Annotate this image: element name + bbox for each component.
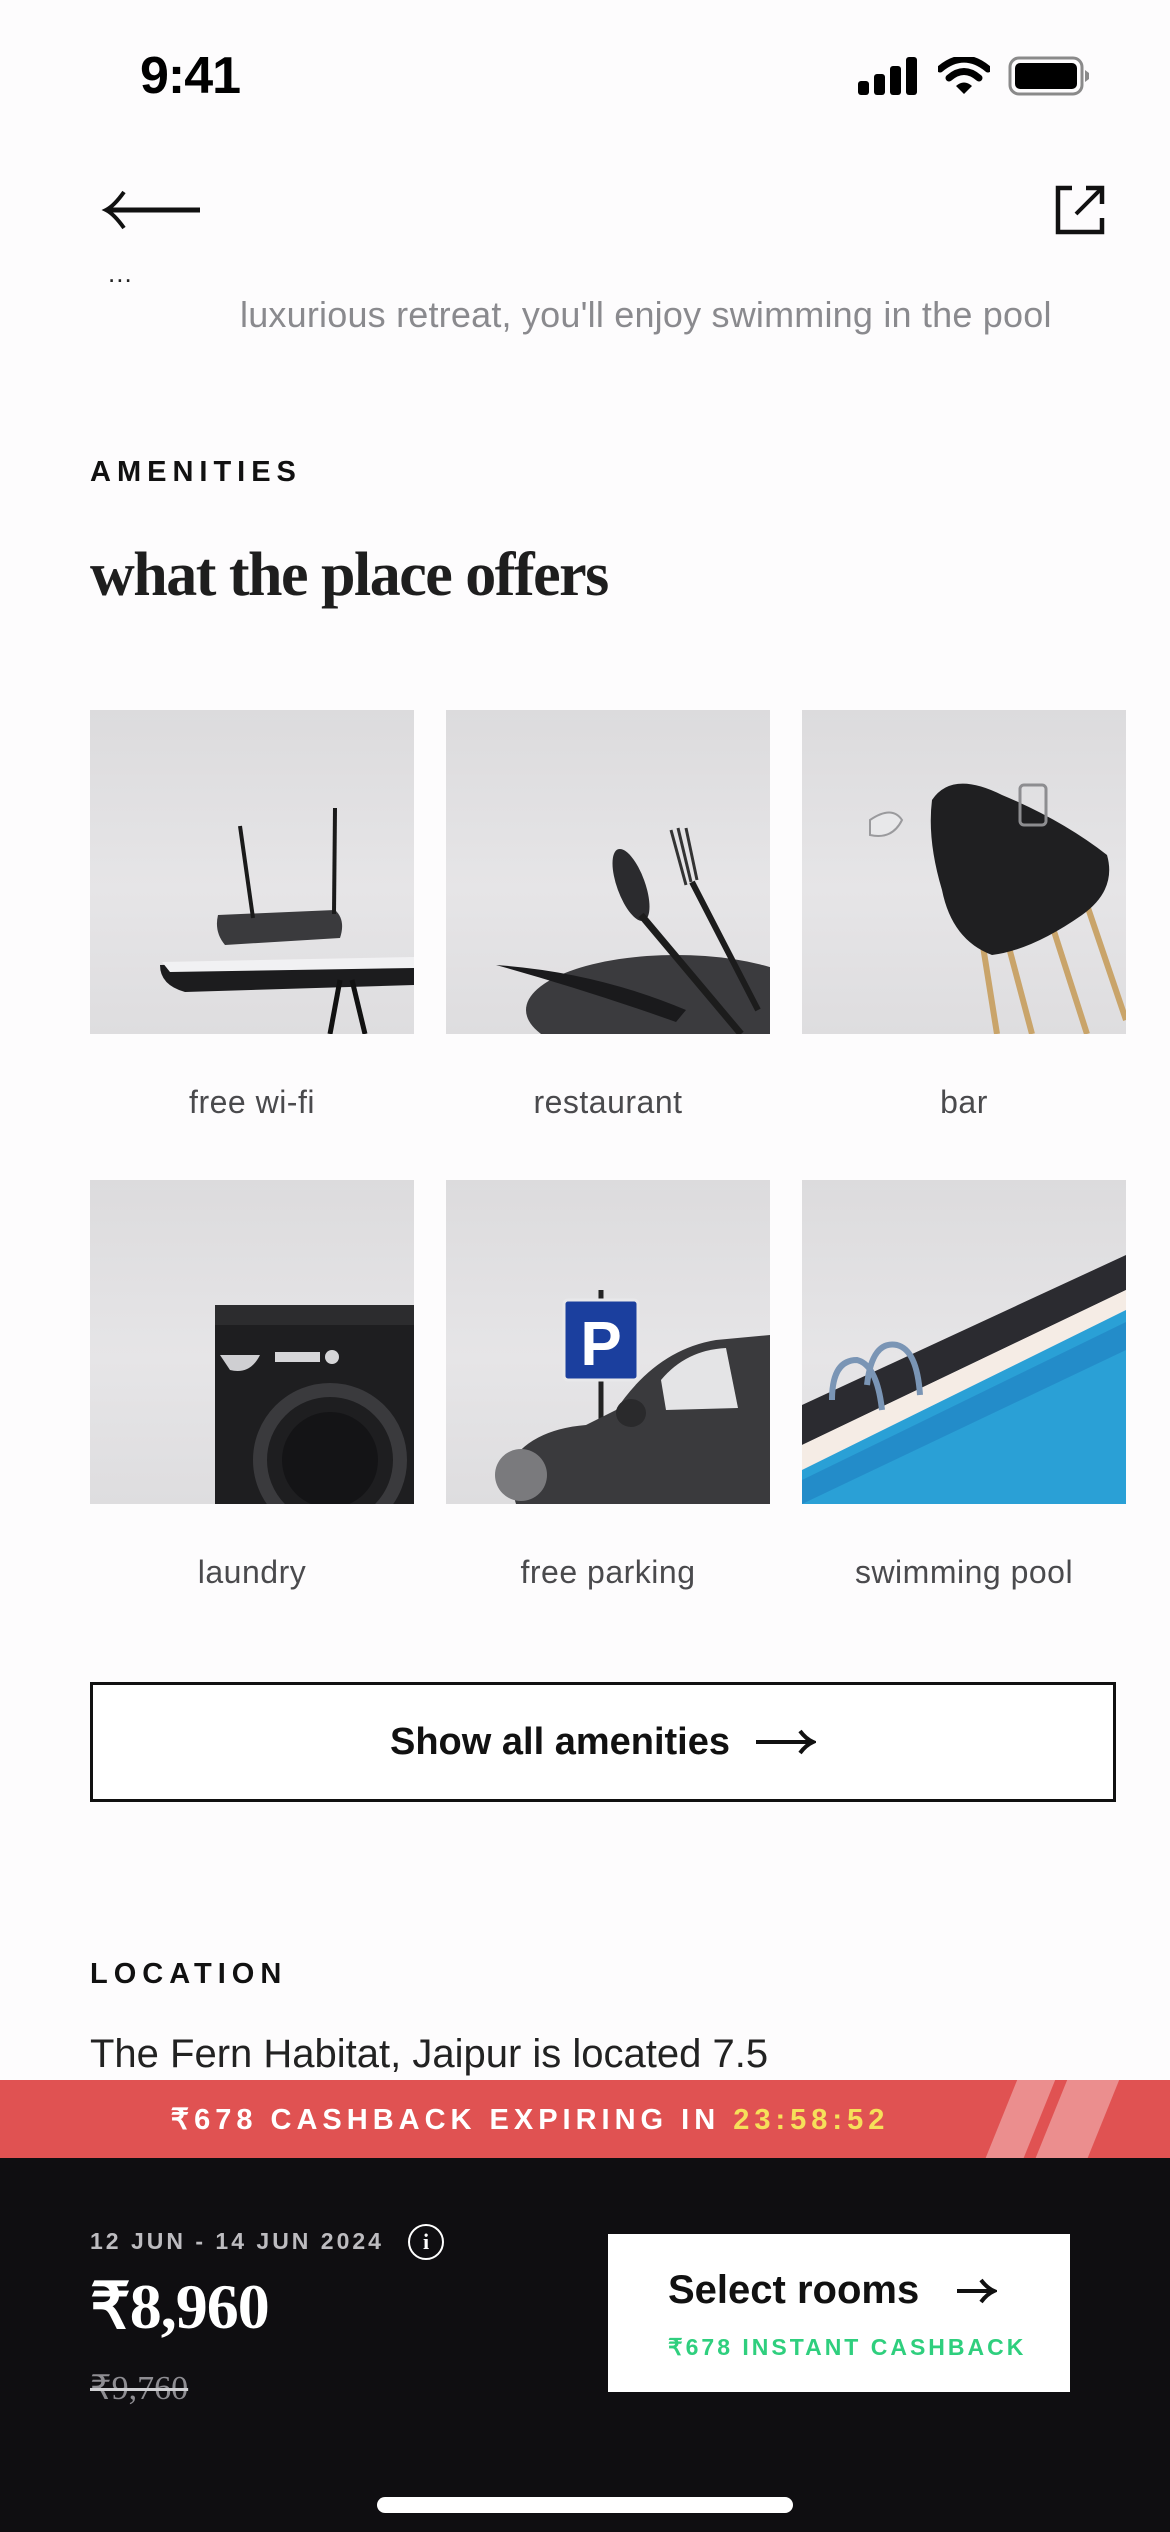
cashback-text: ₹678 CASHBACK EXPIRING IN 23:58:52 [171, 2102, 890, 2137]
washing-machine-image [90, 1180, 414, 1504]
cutlery-image [446, 710, 770, 1034]
arrow-left-icon [101, 190, 200, 230]
amenity-tile[interactable]: bar [802, 710, 1126, 1180]
instant-cashback-label: ₹678 INSTANT CASHBACK [668, 2334, 1027, 2360]
amenity-tile[interactable]: P free parking [446, 1180, 770, 1650]
arrow-right-icon [957, 2278, 998, 2303]
booking-bar: 12 JUN - 14 JUN 2024 i ₹8,960 ₹9,760 Sel… [0, 2158, 1170, 2532]
stay-dates: 12 JUN - 14 JUN 2024 [90, 2228, 384, 2254]
cellular-signal-icon [858, 57, 917, 95]
pool-image [802, 1180, 1126, 1504]
cashback-message: ₹678 CASHBACK EXPIRING IN [170, 2103, 721, 2136]
hotel-description: luxurious retreat, you'll enjoy swimming… [240, 294, 1052, 335]
amenity-label: swimming pool [854, 1554, 1074, 1590]
home-indicator[interactable] [377, 2497, 793, 2513]
nav-bar [0, 150, 1170, 270]
share-button[interactable] [1050, 180, 1110, 240]
amenity-label: restaurant [533, 1084, 683, 1120]
current-price: ₹8,960 [90, 2271, 270, 2342]
partial-text: ... [108, 270, 133, 288]
location-description: The Fern Habitat, Jaipur is located 7.5 [90, 2032, 769, 2076]
show-all-amenities-button[interactable]: Show all amenities [90, 1682, 1116, 1802]
show-all-amenities-label: Show all amenities [390, 1720, 730, 1763]
parking-image: P [446, 1180, 770, 1504]
location-eyebrow: LOCATION [90, 1958, 288, 1990]
info-icon[interactable]: i [408, 2224, 444, 2260]
external-link-icon [1055, 185, 1105, 235]
battery-icon [1008, 56, 1089, 96]
status-icons [858, 56, 1090, 96]
amenities-eyebrow: AMENITIES [90, 456, 302, 488]
original-price: ₹9,760 [90, 2370, 189, 2407]
amenity-label: laundry [197, 1554, 307, 1590]
amenities-grid: free wi-fi restaurant bar laundry P free… [90, 710, 1126, 1650]
amenity-tile[interactable]: swimming pool [802, 1180, 1126, 1650]
amenity-label: free parking [520, 1554, 696, 1590]
amenity-label: free wi-fi [189, 1084, 315, 1120]
status-time: 9:41 [140, 47, 241, 105]
select-rooms-row: Select rooms [668, 2268, 998, 2313]
cashback-banner: ₹678 CASHBACK EXPIRING IN 23:58:52 [0, 2080, 1170, 2158]
status-bar: 9:41 [0, 0, 1170, 150]
arrow-right-icon [756, 1729, 816, 1755]
back-button[interactable] [100, 180, 210, 240]
wifi-icon [938, 57, 990, 94]
amenities-title: what the place offers [90, 541, 609, 609]
scroll-content[interactable]: ... luxurious retreat, you'll enjoy swim… [0, 270, 1170, 2080]
router-image [90, 710, 414, 1034]
amenity-tile[interactable]: restaurant [446, 710, 770, 1180]
cashback-timer: 23:58:52 [733, 2103, 890, 2136]
select-rooms-button[interactable]: Select rooms ₹678 INSTANT CASHBACK [608, 2234, 1070, 2392]
amenity-tile[interactable]: laundry [90, 1180, 414, 1650]
bar-stool-image [802, 710, 1126, 1034]
svg-text:P: P [580, 1310, 621, 1379]
amenity-label: bar [940, 1084, 988, 1120]
select-rooms-label: Select rooms [668, 2268, 920, 2312]
amenity-tile[interactable]: free wi-fi [90, 710, 414, 1180]
